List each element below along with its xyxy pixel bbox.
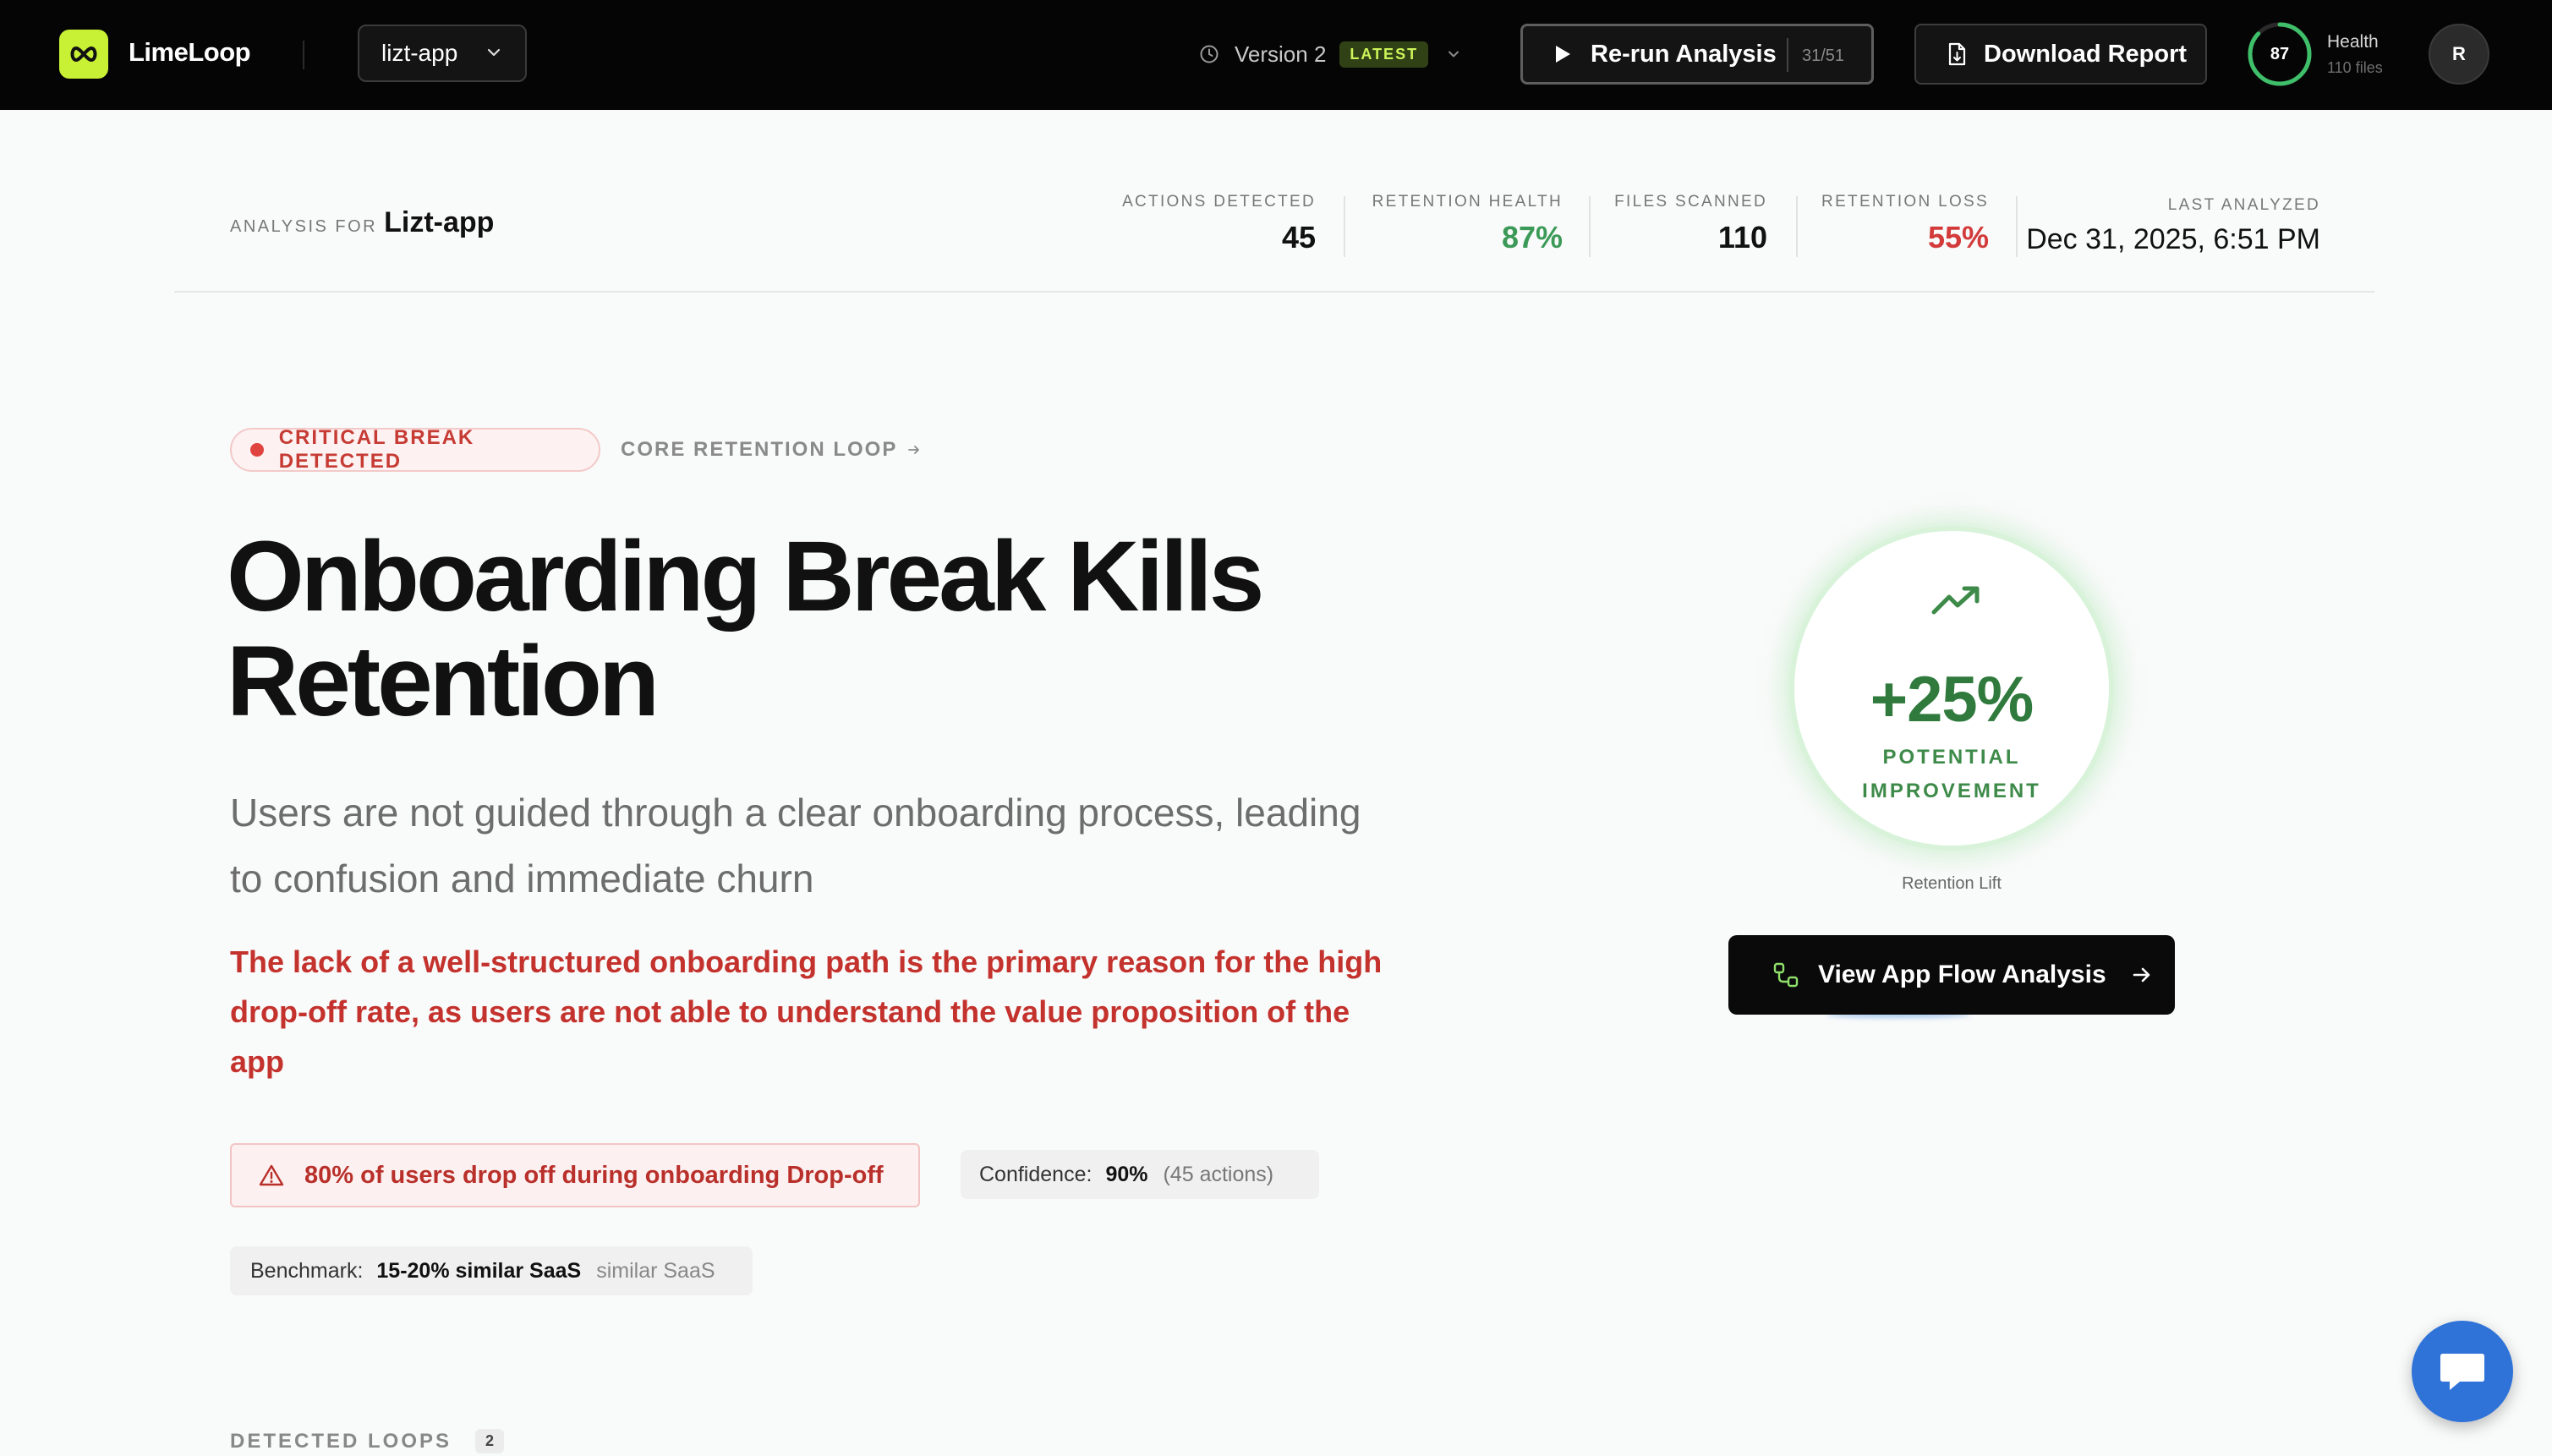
avatar[interactable]: R (2429, 24, 2489, 85)
stat-retention-health: RETENTION HEALTH 87% (1372, 193, 1563, 255)
project-select-value: lizt-app (381, 40, 458, 66)
latest-badge: LATEST (1339, 41, 1429, 68)
header-divider (174, 291, 2374, 293)
improvement-value: +25% (1870, 664, 2034, 736)
analysis-for: ANALYSIS FOR Lizt-app (230, 206, 494, 239)
infinity-icon (70, 46, 97, 63)
detected-loops-label: DETECTED LOOPS (230, 1429, 452, 1453)
stat-last-analyzed: LAST ANALYZED Dec 31, 2025, 6:51 PM (2026, 196, 2320, 256)
detected-loops-heading: DETECTED LOOPS 2 (230, 1429, 505, 1453)
confidence-sub: (45 actions) (1163, 1162, 1274, 1186)
rerun-analysis-label: Re-run Analysis (1591, 40, 1777, 68)
chat-launcher-button[interactable] (2412, 1321, 2513, 1422)
play-icon (1556, 46, 1570, 63)
break-reason: The lack of a well-structured onboarding… (230, 944, 1383, 1079)
project-select[interactable]: lizt-app (358, 25, 527, 82)
chevron-down-icon (1449, 51, 1459, 57)
view-app-flow-button[interactable]: View App Flow Analysis (1728, 935, 2175, 1015)
health-ring[interactable]: 87 (2246, 20, 2314, 88)
trending-up-icon (1931, 586, 1980, 615)
stat-value: Dec 31, 2025, 6:51 PM (2026, 223, 2320, 255)
divider (1787, 38, 1788, 72)
benchmark-value: 15-20% similar SaaS (376, 1258, 582, 1283)
stat-value: 45 (1281, 220, 1316, 255)
detected-loops-count: 2 (475, 1429, 505, 1453)
dropoff-chip: 80% of users drop off during onboarding … (230, 1143, 920, 1207)
top-bar: LimeLoop lizt-app Version 2 LATEST Re-ru… (0, 0, 2552, 110)
arrow-right-icon (908, 446, 920, 454)
improvement-label-line-1: POTENTIAL (1882, 746, 2021, 769)
download-report-button[interactable]: Download Report (1914, 24, 2207, 85)
break-summary: Users are not guided through a clear onb… (230, 791, 1361, 900)
health-files: 110 files (2327, 59, 2383, 76)
improvement-circle: +25% POTENTIAL IMPROVEMENT (1789, 526, 2114, 851)
retention-lift-caption: Retention Lift (1902, 874, 2002, 893)
divider (1796, 196, 1798, 257)
critical-break-badge: CRITICAL BREAK DETECTED (230, 426, 600, 473)
loop-link-label: CORE RETENTION LOOP (621, 438, 898, 461)
stat-actions-detected: ACTIONS DETECTED 45 (1122, 193, 1316, 255)
divider (1589, 196, 1591, 257)
document-icon (1948, 42, 1966, 66)
logo[interactable] (59, 30, 108, 79)
version-label: Version 2 (1235, 41, 1327, 67)
divider (303, 41, 304, 69)
view-app-flow-label: View App Flow Analysis (1818, 961, 2106, 988)
arrow-right-icon (2133, 967, 2149, 983)
stat-value: 55% (1927, 220, 1989, 255)
page-title: Onboarding Break Kills Retention (227, 524, 1495, 734)
stat-files-scanned: FILES SCANNED 110 (1614, 193, 1767, 255)
critical-break-label: CRITICAL BREAK DETECTED (278, 426, 475, 473)
divider (1344, 196, 1345, 257)
benchmark-label: Benchmark: (250, 1258, 364, 1283)
confidence-chip: Confidence: 90% (45 actions) (961, 1150, 1319, 1199)
improvement-label: POTENTIAL IMPROVEMENT (1794, 741, 2109, 808)
stat-value: 110 (1717, 220, 1767, 255)
rerun-count: 31/51 (1802, 47, 1845, 65)
flow-nodes-icon (1773, 962, 1799, 988)
page-title-line-1: Onboarding Break Kills (227, 521, 1264, 632)
stat-label: LAST ANALYZED (2167, 196, 2320, 214)
stat-value: 87% (1501, 220, 1563, 255)
warning-triangle-icon (259, 1164, 284, 1186)
chevron-down-icon (487, 48, 501, 57)
core-retention-loop-link[interactable]: CORE RETENTION LOOP (621, 438, 921, 462)
analysis-for-label: ANALYSIS FOR (230, 217, 378, 236)
analysis-project-name: Lizt-app (384, 206, 495, 238)
stat-label: FILES SCANNED (1614, 193, 1767, 211)
benchmark-chip: Benchmark: 15-20% similar SaaS similar S… (230, 1246, 753, 1295)
stat-label: RETENTION LOSS (1821, 193, 1989, 211)
brand-name: LimeLoop (129, 37, 251, 67)
benchmark-sub: similar SaaS (596, 1258, 715, 1283)
clock-icon (1200, 45, 1218, 63)
confidence-value: 90% (1105, 1162, 1148, 1186)
health-score: 87 (2270, 44, 2290, 63)
dropoff-text: 80% of users drop off during onboarding … (304, 1161, 884, 1189)
health-label: Health (2327, 32, 2379, 52)
confidence-label: Confidence: (979, 1162, 1093, 1186)
version-select[interactable]: Version 2 LATEST (1199, 36, 1460, 73)
page-title-line-2: Retention (227, 626, 660, 737)
stat-retention-loss: RETENTION LOSS 55% (1821, 193, 1989, 255)
stat-label: RETENTION HEALTH (1372, 193, 1563, 211)
chat-bubble-icon (2440, 1354, 2484, 1390)
improvement-label-line-2: IMPROVEMENT (1862, 780, 2041, 802)
divider (2016, 196, 2018, 257)
status-dot-icon (250, 443, 264, 457)
rerun-analysis-button[interactable]: Re-run Analysis 31/51 (1520, 24, 1874, 85)
stat-label: ACTIONS DETECTED (1122, 193, 1316, 211)
download-report-label: Download Report (1984, 40, 2188, 68)
